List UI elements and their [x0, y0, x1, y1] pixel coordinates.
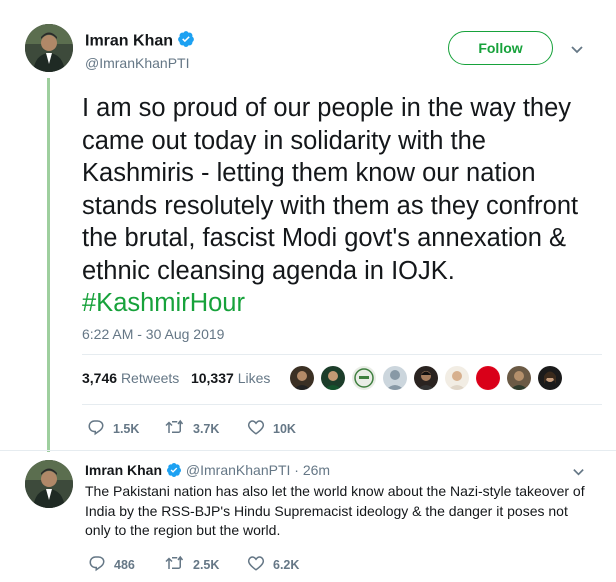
retweet-icon	[165, 554, 193, 575]
reply-button[interactable]: 486	[88, 554, 135, 575]
tweet-text: I am so proud of our people in the way t…	[82, 92, 602, 320]
retweet-count: 2.5K	[193, 557, 220, 572]
verified-badge-icon	[166, 462, 182, 481]
liker-avatar[interactable]	[507, 366, 531, 390]
reply-count: 486	[114, 557, 135, 572]
reply-author-handle[interactable]: @ImranKhanPTI	[186, 462, 290, 478]
chevron-down-icon[interactable]	[570, 42, 584, 61]
tweet-timestamp[interactable]: 6:22 AM - 30 Aug 2019	[82, 326, 224, 342]
reply-author-name[interactable]: Imran Khan	[85, 462, 162, 478]
retweet-count: 3.7K	[193, 421, 220, 436]
reply-author-avatar[interactable]	[25, 460, 73, 508]
reply-time[interactable]: 26m	[303, 462, 330, 478]
author-name[interactable]: Imran Khan	[85, 30, 195, 53]
like-button[interactable]: 10K	[247, 418, 296, 439]
follow-button[interactable]: Follow	[448, 31, 553, 65]
liker-avatar[interactable]	[445, 366, 469, 390]
retweets-stat[interactable]: 3,746 Retweets	[82, 370, 179, 386]
liker-avatar[interactable]	[383, 366, 407, 390]
reply-icon	[87, 418, 113, 439]
liker-avatar[interactable]	[414, 366, 438, 390]
hashtag-link[interactable]: #KashmirHour	[82, 289, 245, 317]
engagement-stats: 3,746 Retweets 10,337 Likes	[82, 370, 270, 386]
divider	[82, 404, 602, 405]
liker-avatar[interactable]	[321, 366, 345, 390]
reply-button[interactable]: 1.5K	[87, 418, 139, 439]
likes-label: Likes	[237, 370, 271, 386]
retweet-icon	[165, 418, 193, 439]
divider	[82, 354, 602, 355]
tweet-body-text: I am so proud of our people in the way t…	[82, 94, 579, 285]
meta-separator: ·	[294, 462, 299, 479]
liker-avatar[interactable]	[352, 366, 376, 390]
retweet-button[interactable]: 3.7K	[165, 418, 219, 439]
heart-icon	[247, 418, 273, 439]
reply-header: Imran Khan @ImranKhanPTI · 26m	[85, 462, 330, 481]
reply-text: The Pakistani nation has also let the wo…	[85, 483, 585, 538]
thread-line	[47, 78, 50, 452]
likes-stat[interactable]: 10,337 Likes	[191, 370, 270, 386]
retweet-button[interactable]: 2.5K	[165, 554, 219, 575]
reply-icon	[88, 554, 114, 575]
reply-count: 1.5K	[113, 421, 140, 436]
liker-avatar[interactable]	[538, 366, 562, 390]
tweet-separator	[0, 450, 616, 451]
liker-avatar[interactable]	[290, 366, 314, 390]
retweets-label: Retweets	[120, 370, 180, 386]
retweets-count: 3,746	[82, 370, 118, 386]
like-count: 10K	[273, 421, 296, 436]
like-count: 6.2K	[273, 557, 300, 572]
liker-avatar[interactable]	[476, 366, 500, 390]
like-button[interactable]: 6.2K	[247, 554, 299, 575]
chevron-down-icon[interactable]	[572, 465, 585, 483]
verified-badge-icon	[177, 30, 195, 53]
author-handle[interactable]: @ImranKhanPTI	[85, 55, 189, 71]
author-avatar[interactable]	[25, 24, 73, 72]
likes-count: 10,337	[190, 370, 234, 386]
author-name-text[interactable]: Imran Khan	[85, 33, 173, 50]
heart-icon	[247, 554, 273, 575]
